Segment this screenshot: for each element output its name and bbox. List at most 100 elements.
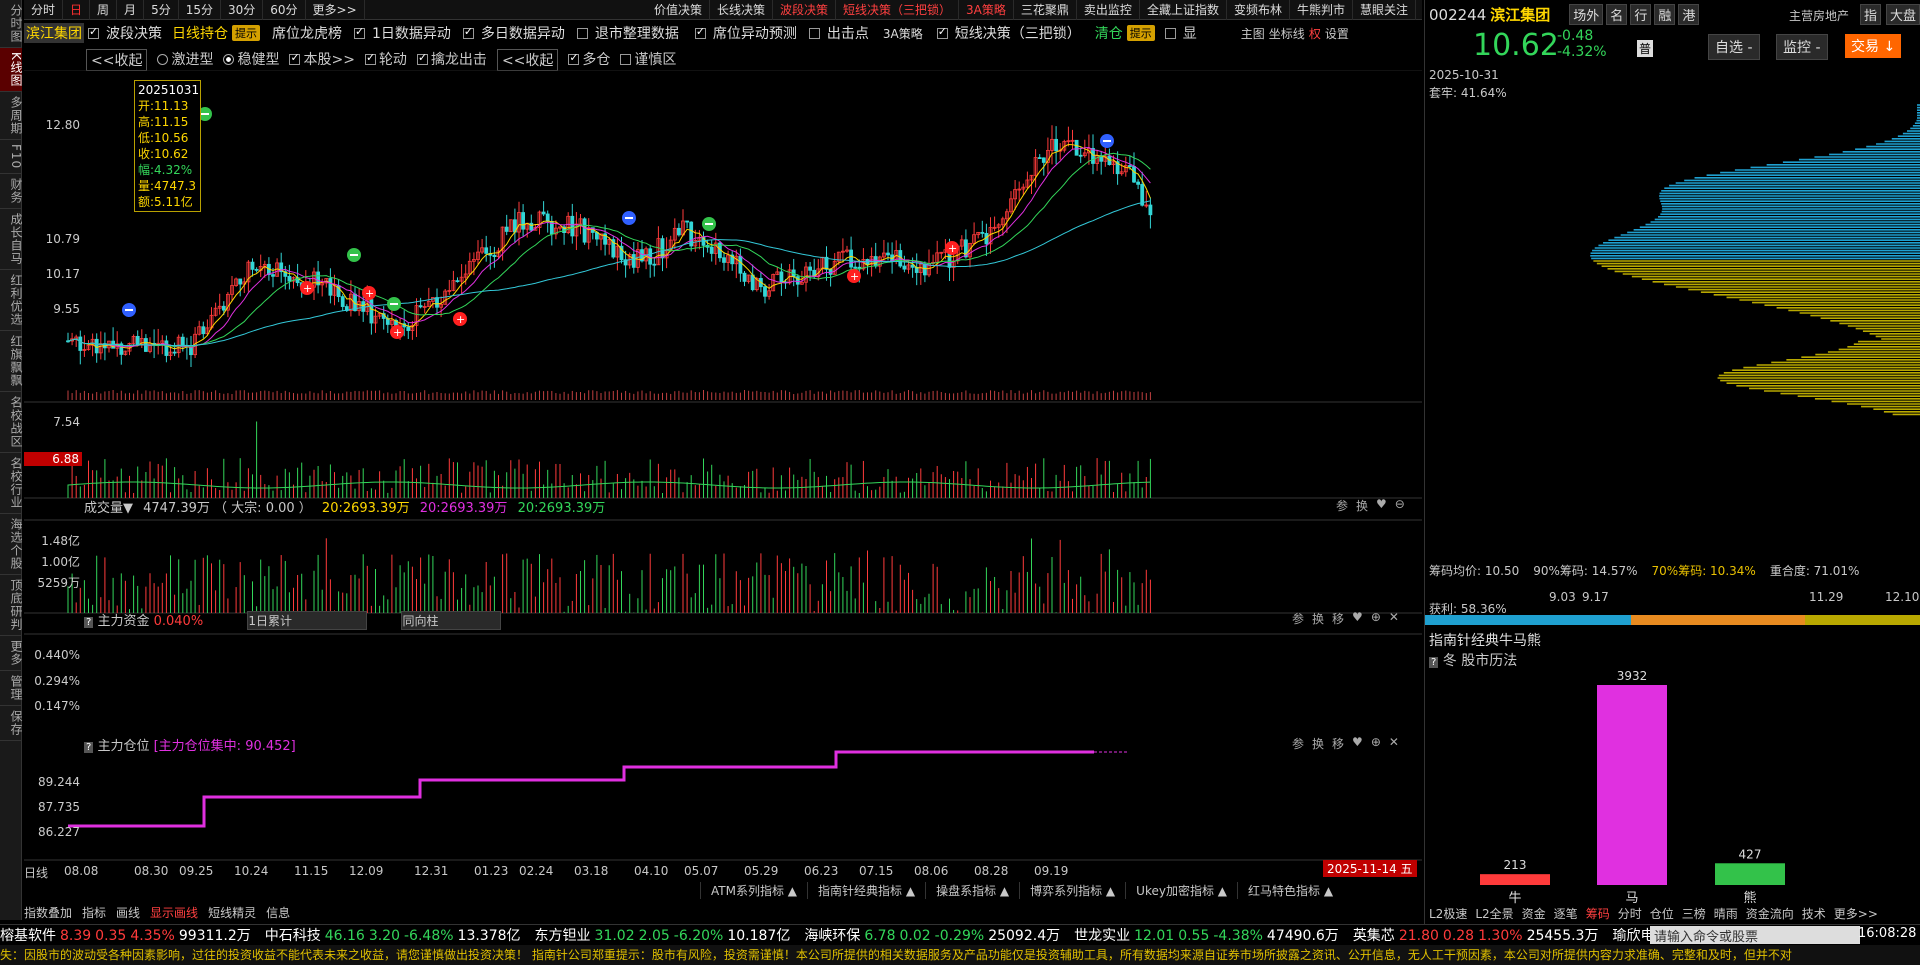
right-bottom-tab[interactable]: 分时 bbox=[1618, 905, 1642, 922]
this-stock[interactable]: 本股>> bbox=[289, 49, 355, 71]
add-favorite-button[interactable]: 自选 - bbox=[1708, 34, 1760, 60]
finance-badge[interactable]: 普 bbox=[1637, 40, 1654, 57]
param-button[interactable]: 参 bbox=[1292, 610, 1304, 627]
rail-item[interactable]: 分时图 bbox=[0, 0, 23, 48]
rail-item[interactable]: 顶底研判 bbox=[0, 575, 23, 637]
signal-marker[interactable] bbox=[347, 248, 361, 262]
rail-item[interactable]: 财务 bbox=[0, 174, 23, 210]
index-button[interactable]: 指 bbox=[1860, 4, 1882, 25]
collapse-button[interactable]: <<收起 bbox=[86, 49, 148, 71]
move-button[interactable]: 移 bbox=[1332, 610, 1344, 627]
ticker-item[interactable]: 东方钽业 31.02 2.05 -6.20% 10.187亿 bbox=[535, 928, 791, 944]
mode-aggressive[interactable]: 激进型 bbox=[157, 49, 213, 71]
period-tab[interactable]: 更多>> bbox=[306, 0, 365, 20]
right-tab[interactable]: 港 bbox=[1678, 4, 1700, 25]
period-tab[interactable]: 周 bbox=[90, 0, 118, 20]
buy-marker[interactable]: + bbox=[362, 286, 376, 300]
switch-button[interactable]: 换 bbox=[1312, 735, 1324, 752]
buy-marker[interactable]: + bbox=[847, 269, 861, 283]
main-chart-btn[interactable]: 主图 bbox=[1241, 25, 1265, 42]
dragon[interactable]: 擒龙出击 bbox=[416, 49, 487, 71]
indicator-tab[interactable]: ATM系列指标 ▲ bbox=[700, 882, 807, 899]
tool-button[interactable]: 信息 bbox=[266, 904, 290, 921]
checkbox[interactable] bbox=[88, 25, 99, 39]
strategy-tab[interactable]: 短线决策（三把锁） bbox=[836, 0, 960, 20]
right-bottom-tab[interactable]: 技术 bbox=[1802, 905, 1826, 922]
volume-menu[interactable]: 成交量▼ bbox=[84, 501, 133, 516]
hint-tag-2[interactable]: 提示 bbox=[1126, 25, 1155, 41]
mode-steady[interactable]: 稳健型 bbox=[223, 49, 279, 71]
indicator-tab[interactable]: Ukey加密指标 ▲ bbox=[1125, 882, 1237, 899]
tool-button[interactable]: 显示画线 bbox=[150, 904, 198, 921]
zoom-in-icon[interactable]: ⊕ bbox=[1371, 735, 1381, 752]
command-input[interactable]: 请输入命令或股票 bbox=[1650, 926, 1860, 945]
buy-marker[interactable]: + bbox=[390, 325, 404, 339]
checkbox[interactable] bbox=[1164, 27, 1176, 39]
right-bottom-tab[interactable]: 晴雨 bbox=[1714, 905, 1738, 922]
rail-item[interactable]: 海选个股 bbox=[0, 514, 23, 576]
checkbox[interactable] bbox=[354, 25, 365, 39]
fund-select-2[interactable]: 同向柱 bbox=[401, 611, 502, 630]
strategy-tab[interactable]: 全藏上证指数 bbox=[1140, 0, 1227, 20]
param-button[interactable]: 参 bbox=[1336, 497, 1348, 514]
right-tab[interactable]: 行 bbox=[1630, 4, 1652, 25]
collapse-button-2[interactable]: <<收起 bbox=[496, 49, 559, 71]
ticker-item[interactable]: 榕基软件 8.39 0.35 4.35% 99311.2万 bbox=[0, 928, 251, 944]
strategy-tab[interactable]: 卖出监控 bbox=[1077, 0, 1140, 20]
caution[interactable]: 谨慎区 bbox=[620, 49, 676, 71]
period-tab[interactable]: 30分 bbox=[221, 0, 264, 20]
checkbox[interactable] bbox=[694, 25, 706, 39]
period-tab[interactable]: 5分 bbox=[144, 0, 179, 20]
tool-button[interactable]: 短线精灵 bbox=[208, 904, 256, 921]
checkbox[interactable] bbox=[576, 27, 588, 39]
indicator-tab[interactable]: 操盘系指标 ▲ bbox=[925, 882, 1019, 899]
ticker-item[interactable]: 海峡环保 6.78 0.02 -0.29% 25092.4万 bbox=[804, 928, 1060, 944]
rail-item[interactable]: 名校战区 bbox=[0, 392, 23, 454]
right-bottom-tab[interactable]: 资金流向 bbox=[1746, 905, 1794, 922]
heart-icon[interactable]: ♥ bbox=[1352, 610, 1363, 627]
right-bottom-tab[interactable]: 三榜 bbox=[1682, 905, 1706, 922]
rail-item[interactable]: 管理 bbox=[0, 671, 23, 707]
signal-marker[interactable] bbox=[702, 217, 716, 231]
rail-item[interactable]: 名校行业 bbox=[0, 453, 23, 515]
rail-item[interactable]: 保存 bbox=[0, 706, 23, 742]
strategy-tab[interactable]: 价值决策 bbox=[647, 0, 710, 20]
signal-marker[interactable] bbox=[1100, 134, 1114, 148]
rail-item[interactable]: 红利优选 bbox=[0, 270, 23, 332]
right-tab[interactable]: 融 bbox=[1654, 4, 1676, 25]
buy-marker[interactable]: + bbox=[945, 241, 959, 255]
rights-btn[interactable]: 权 bbox=[1309, 25, 1321, 42]
strategy-tab[interactable]: 长线决策 bbox=[710, 0, 774, 20]
strategy-tab[interactable]: 波段决策 bbox=[773, 0, 837, 20]
market-button[interactable]: 大盘 bbox=[1886, 4, 1920, 25]
rail-item[interactable]: 多周期 bbox=[0, 92, 23, 140]
signal-marker[interactable] bbox=[122, 303, 136, 317]
period-tab[interactable]: 60分 bbox=[263, 0, 306, 20]
indicator-tab[interactable]: 指南针经典指标 ▲ bbox=[807, 882, 925, 899]
rail-item[interactable]: K线图 bbox=[0, 48, 23, 92]
rail-item[interactable]: 成长自马 bbox=[0, 209, 23, 271]
strategy-tab[interactable]: 牛熊判市 bbox=[1290, 0, 1353, 20]
strategy-tab[interactable]: 慧眼关注 bbox=[1353, 0, 1416, 20]
zoom-in-icon[interactable]: ⊕ bbox=[1371, 610, 1381, 627]
indicator-tab[interactable]: 博弈系列指标 ▲ bbox=[1019, 882, 1125, 899]
indicator-tab[interactable]: 红马特色指标 ▲ bbox=[1237, 882, 1343, 899]
right-tab[interactable]: 名 bbox=[1606, 4, 1628, 25]
period-tab[interactable]: 日 bbox=[63, 0, 91, 20]
right-bottom-tab[interactable]: L2极速 bbox=[1429, 905, 1467, 922]
close-icon[interactable]: ✕ bbox=[1389, 735, 1399, 752]
checkbox[interactable] bbox=[808, 27, 820, 39]
buy-marker[interactable]: + bbox=[300, 281, 314, 295]
strategy-tab[interactable]: 三花聚鼎 bbox=[1014, 0, 1077, 20]
right-bottom-tab[interactable]: 资金 bbox=[1522, 905, 1546, 922]
ticker-item[interactable]: 世龙实业 12.01 0.55 -4.38% 47490.6万 bbox=[1074, 928, 1339, 944]
right-bottom-tab[interactable]: 仓位 bbox=[1650, 905, 1674, 922]
period-tab[interactable]: 15分 bbox=[179, 0, 221, 20]
grid-btn[interactable]: 坐标线 bbox=[1269, 25, 1305, 42]
right-bottom-tab[interactable]: 逐笔 bbox=[1554, 905, 1578, 922]
right-bottom-tab[interactable]: L2全景 bbox=[1475, 905, 1513, 922]
right-bottom-tab[interactable]: 筹码 bbox=[1586, 905, 1610, 922]
ticker-item[interactable]: 英集芯 21.80 0.28 1.30% 25455.3万 bbox=[1353, 928, 1599, 944]
heart-icon[interactable]: ♥ bbox=[1352, 735, 1363, 752]
rail-item[interactable]: 红旗飘飘 bbox=[0, 331, 23, 393]
